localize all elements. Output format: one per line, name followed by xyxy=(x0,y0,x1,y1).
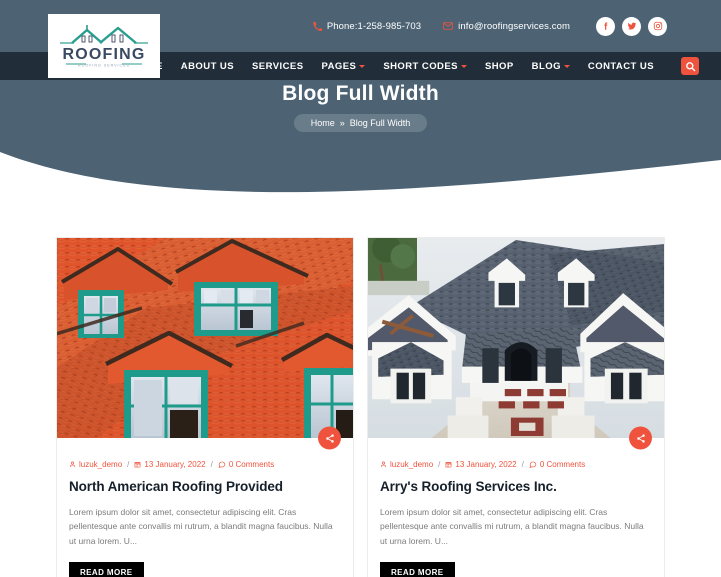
email-contact[interactable]: info@roofingservices.com xyxy=(443,21,570,32)
calendar-icon xyxy=(134,461,141,468)
read-more-button[interactable]: READ MORE xyxy=(69,562,144,577)
post-body: luzuk_demo / 13 January, 2022 / 0 Commen… xyxy=(57,438,353,577)
breadcrumb-separator-icon: » xyxy=(339,118,345,129)
blog-post-card: luzuk_demo / 13 January, 2022 / 0 Commen… xyxy=(367,237,665,577)
wave-divider xyxy=(0,152,721,210)
page-title: Blog Full Width xyxy=(282,82,439,105)
chevron-down-icon xyxy=(359,65,366,68)
post-body: luzuk_demo / 13 January, 2022 / 0 Commen… xyxy=(368,438,664,577)
twitter-icon[interactable] xyxy=(622,16,641,36)
social-links xyxy=(596,16,667,36)
post-thumbnail[interactable] xyxy=(368,238,664,438)
site-logo[interactable]: ROOFING ROOFING SERVICES xyxy=(48,14,160,78)
email-label: info@roofingservices.com xyxy=(458,20,570,32)
nav-label: BLOG xyxy=(531,60,561,72)
page-banner: Blog Full Width Home » Blog Full Width xyxy=(0,80,721,133)
nav-label: PAGES xyxy=(321,60,357,72)
breadcrumb: Home » Blog Full Width xyxy=(293,114,428,133)
nav-item-services[interactable]: SERVICES xyxy=(243,61,312,72)
post-author[interactable]: luzuk_demo xyxy=(79,460,122,469)
post-title[interactable]: North American Roofing Provided xyxy=(69,478,341,496)
facebook-icon[interactable] xyxy=(596,16,615,36)
post-excerpt: Lorem ipsum dolor sit amet, consectetur … xyxy=(69,506,333,547)
nav-list: HOME ABOUT US SERVICES PAGES SHORT CODES xyxy=(123,61,663,72)
share-icon[interactable] xyxy=(629,426,652,450)
meta-separator: / xyxy=(521,460,524,469)
calendar-icon xyxy=(445,461,452,468)
breadcrumb-home-link[interactable]: Home xyxy=(311,118,335,128)
nav-item-about-us[interactable]: ABOUT US xyxy=(172,61,243,72)
meta-separator: / xyxy=(438,460,441,469)
blog-post-card: luzuk_demo / 13 January, 2022 / 0 Commen… xyxy=(56,237,354,577)
chevron-down-icon xyxy=(563,65,570,68)
orange-tile-roof-dormers-photo xyxy=(57,238,353,438)
instagram-icon[interactable] xyxy=(648,16,667,36)
post-title[interactable]: Arry's Roofing Services Inc. xyxy=(380,478,652,496)
nav-label: CONTACT US xyxy=(587,60,654,72)
post-comments[interactable]: 0 Comments xyxy=(540,460,585,469)
phone-icon xyxy=(313,21,322,31)
phone-label: Phone:1-258-985-703 xyxy=(326,20,422,32)
blog-post-grid: luzuk_demo / 13 January, 2022 / 0 Commen… xyxy=(0,237,721,577)
nav-label: SHORT CODES xyxy=(383,60,458,72)
post-comments[interactable]: 0 Comments xyxy=(229,460,274,469)
meta-separator: / xyxy=(210,460,213,469)
post-author[interactable]: luzuk_demo xyxy=(390,460,433,469)
user-icon xyxy=(69,461,76,468)
search-icon[interactable] xyxy=(681,57,699,75)
chevron-down-icon xyxy=(460,65,467,68)
post-thumbnail[interactable] xyxy=(57,238,353,438)
nav-item-pages[interactable]: PAGES xyxy=(313,61,375,72)
nav-item-contact-us[interactable]: CONTACT US xyxy=(579,61,663,72)
page-root: Phone:1-258-985-703 info@roofingservices… xyxy=(0,0,721,577)
envelope-icon xyxy=(443,22,454,30)
phone-contact[interactable]: Phone:1-258-985-703 xyxy=(313,21,421,32)
white-mansion-grey-tile-roof-photo xyxy=(368,238,664,438)
nav-label: ABOUT US xyxy=(180,60,235,72)
nav-item-short-codes[interactable]: SHORT CODES xyxy=(374,61,476,72)
svg-text:ROOFING SERVICES: ROOFING SERVICES xyxy=(78,64,130,68)
post-meta: luzuk_demo / 13 January, 2022 / 0 Commen… xyxy=(69,460,341,469)
comment-icon xyxy=(218,461,226,468)
nav-label: SHOP xyxy=(484,60,514,72)
share-icon[interactable] xyxy=(318,426,341,450)
svg-text:ROOFING: ROOFING xyxy=(62,46,145,63)
nav-item-shop[interactable]: SHOP xyxy=(476,61,523,72)
nav-label: SERVICES xyxy=(252,60,304,72)
post-date: 13 January, 2022 xyxy=(455,460,517,469)
meta-separator: / xyxy=(127,460,130,469)
post-date: 13 January, 2022 xyxy=(144,460,206,469)
user-icon xyxy=(380,461,387,468)
breadcrumb-current: Blog Full Width xyxy=(349,118,411,129)
post-excerpt: Lorem ipsum dolor sit amet, consectetur … xyxy=(380,506,644,547)
nav-item-blog[interactable]: BLOG xyxy=(523,61,579,72)
post-meta: luzuk_demo / 13 January, 2022 / 0 Commen… xyxy=(380,460,652,469)
comment-icon xyxy=(529,461,537,468)
read-more-button[interactable]: READ MORE xyxy=(380,562,455,577)
roofing-logo-mark: ROOFING ROOFING SERVICES xyxy=(60,25,148,68)
